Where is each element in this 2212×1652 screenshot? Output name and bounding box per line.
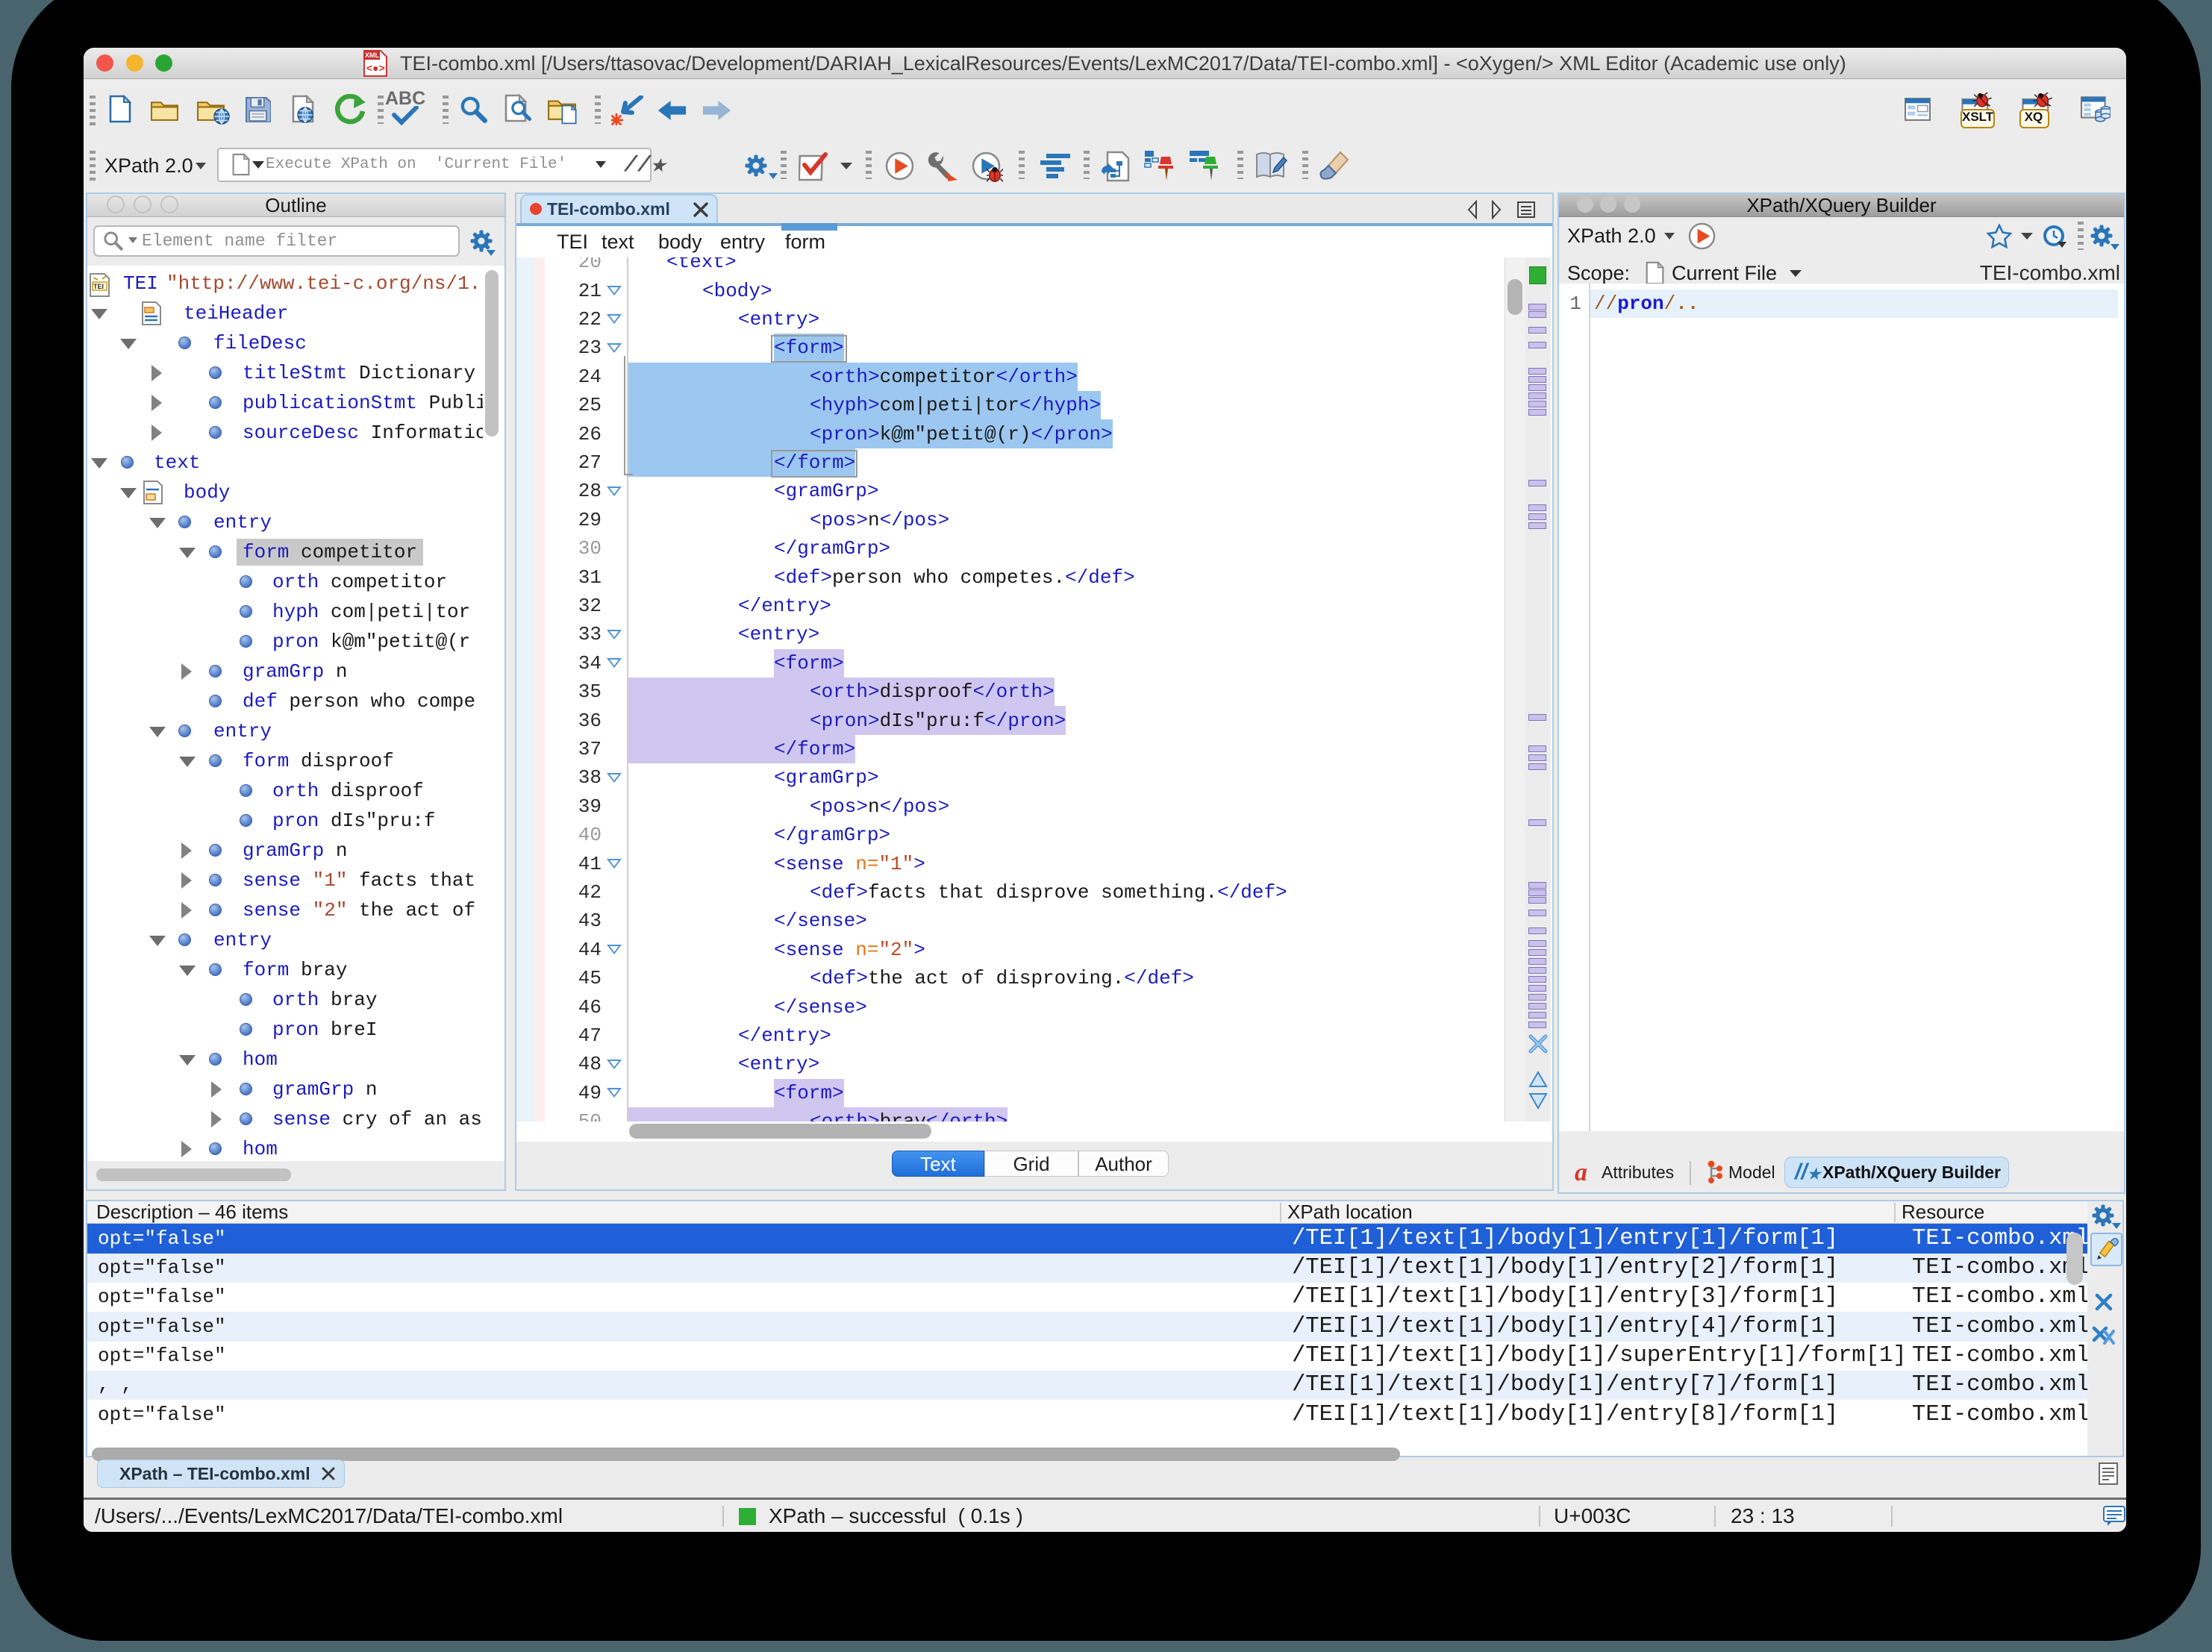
svg-text:XML: XML (365, 51, 380, 59)
svg-text:<●>: <●> (366, 62, 385, 74)
svg-text:TEI: TEI (93, 283, 104, 290)
